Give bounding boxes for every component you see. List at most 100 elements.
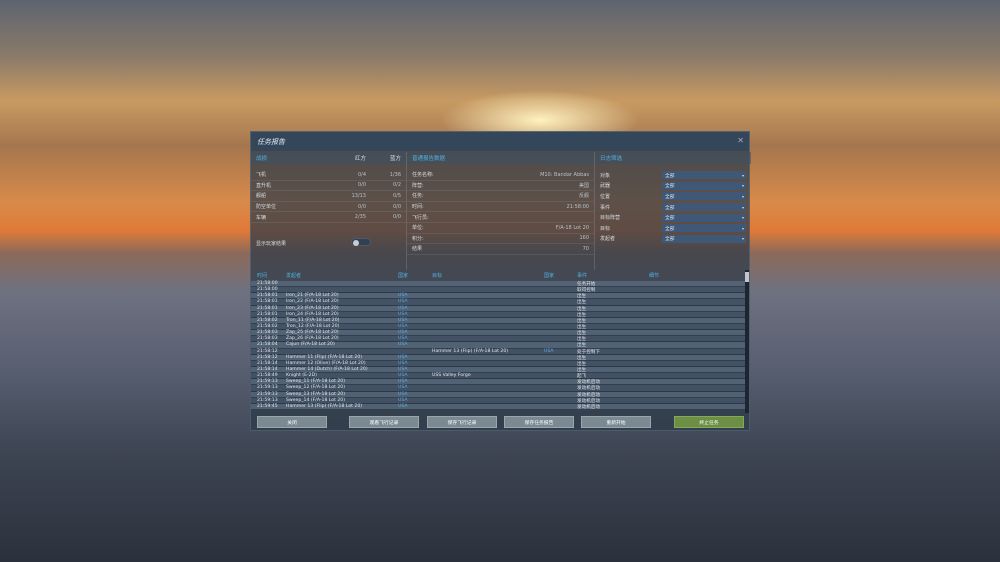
info-row: 阵营: 美国 [407,181,594,192]
red-value: 0/4 [357,171,366,178]
log-cell: 21:58:14 [257,366,278,372]
stats-row: 直升机 0/0 0/2 [251,181,406,192]
log-cell: 21:58:49 [257,373,278,379]
log-cell: Tron_11 (F/A-18 Lot 20) [286,317,340,323]
log-cell: Sweep_12 (F/A-18 Lot 20) [286,385,346,391]
column-header[interactable]: 细节 [649,272,659,279]
stats-row: 舰船 13/13 0/5 [251,191,406,202]
filter-label: 目标阵营 [600,215,621,222]
log-cell: 出生 [577,312,587,318]
info-label: 时间: [412,204,424,211]
info-value: 21:58:00 [566,203,589,210]
log-cell: Iron_23 (F/A-18 Lot 20) [286,305,339,311]
log-cell: 21:58:12 [257,348,278,354]
log-cell: USA [398,373,408,379]
info-label: 单位: [412,225,424,232]
log-cell: 21:58:01 [257,311,278,317]
close-button[interactable]: 关闭 [257,416,327,428]
log-cell: 起飞 [577,374,587,380]
info-row: 时间: 21:58:00 [407,202,594,213]
filter-row: 目标 全部 [595,223,751,234]
dialog-title: 任务报告 [251,132,749,151]
info-value: 美国 [578,182,589,189]
stats-row: 防空单位 0/0 0/0 [251,202,406,213]
filter-select[interactable]: 全部 [662,181,746,190]
column-header[interactable]: 国家 [398,272,408,279]
show-player-results-toggle[interactable] [351,238,371,246]
filter-row: 目标阵营 全部 [595,212,751,223]
save-track-button[interactable]: 保存飞行记录 [427,416,497,428]
info-row: 积分: 160 [407,234,594,245]
log-cell: 出生 [577,361,587,367]
log-cell: 出生 [577,343,587,349]
log-cell: Cajun (F/A-18 Lot 20) [286,342,335,348]
log-cell: 出生 [577,337,587,343]
filter-row: 事件 全部 [595,202,751,213]
column-header[interactable]: 国家 [544,272,554,279]
log-cell: Sweep_14 (F/A-18 Lot 20) [286,397,346,403]
log-cell: USA [398,336,408,342]
log-cell: Hammer 13 (Flip) (F/A-18 Lot 20) [432,348,509,354]
log-cell: 21:59:13 [257,391,278,397]
log-cell: 21:58:01 [257,293,278,299]
end-mission-button[interactable]: 终止任务 [674,416,744,428]
log-cell: 21:58:01 [257,299,278,305]
stats-label: 飞机 [256,172,267,179]
table-row[interactable]: 21:59:45 Hammer 13 (Flip) (F/A-18 Lot 20)… [251,403,747,410]
log-cell: 21:58:04 [257,342,278,348]
column-header[interactable]: 发起者 [286,272,301,279]
stats-label: 直升机 [256,182,272,189]
log-cell: USA [398,342,408,348]
filter-select[interactable]: 全部 [662,192,746,201]
log-cell: 出生 [577,318,587,324]
blue-value: 0/5 [392,192,401,199]
filter-select[interactable]: 全部 [662,234,746,243]
blue-value: 0/0 [392,203,401,210]
column-header[interactable]: 目标 [432,272,442,279]
filter-row: 对象 全部 [595,170,751,181]
log-cell: USA [398,360,408,366]
filter-select[interactable]: 全部 [662,224,746,233]
info-value: F/A-18 Lot 20 [555,224,589,231]
close-icon[interactable]: ✕ [737,136,744,145]
info-header: 普通报告数据 [407,152,594,164]
red-value: 2/35 [354,214,366,221]
log-cell: Tron_12 (F/A-18 Lot 20) [286,323,340,329]
log-cell: 出生 [577,294,587,300]
filter-label: 目标 [600,225,611,232]
log-cell: USA [398,317,408,323]
filter-label: 事件 [600,204,611,211]
log-cell: 21:58:14 [257,360,278,366]
stats-label: 防空单位 [256,204,277,211]
filter-select[interactable]: 全部 [662,213,746,222]
log-cell: USA [398,385,408,391]
filter-select[interactable]: 全部 [662,203,746,212]
filter-select[interactable]: 全部 [662,171,746,180]
log-cell: 21:58:03 [257,336,278,342]
log-cell: 出生 [577,306,587,312]
save-report-button[interactable]: 保存任务报告 [504,416,574,428]
column-header[interactable]: 时间 [257,272,267,279]
red-value: 0/0 [357,203,366,210]
info-value: 反舰 [578,193,589,200]
log-cell: USA [398,299,408,305]
watch-track-button[interactable]: 观看飞行记录 [349,416,419,428]
log-cell: USA [398,293,408,299]
restart-button[interactable]: 重新开始 [581,416,651,428]
event-log-table: 时间 发起者 国家 目标 国家 事件 细节 21:58:00 任务开始 21:58:00 取得控制… [251,270,747,413]
info-label: 任务: [412,193,424,200]
filter-label: 发起者 [600,236,616,243]
info-value: M10: Bandar Abbas [540,171,589,178]
log-cell: 发动机启动 [577,398,600,404]
log-scrollbar[interactable] [745,270,749,413]
blue-header: 蓝方 [389,156,401,162]
log-cell: 21:59:13 [257,397,278,403]
column-header[interactable]: 事件 [577,272,587,279]
log-cell: 发动机启动 [577,404,600,410]
filter-label: 武器 [600,183,611,190]
log-cell: 21:59:45 [257,403,278,409]
log-cell: USA [398,379,408,385]
log-cell: Hammer 13 (Flip) (F/A-18 Lot 20) [286,403,363,409]
stats-panel: 战损 红方 蓝方 飞机 0/4 1/36 直升机 0/0 0/2 舰船 13/13 0/5 防空单… [251,152,406,270]
log-cell: 21:59:13 [257,385,278,391]
